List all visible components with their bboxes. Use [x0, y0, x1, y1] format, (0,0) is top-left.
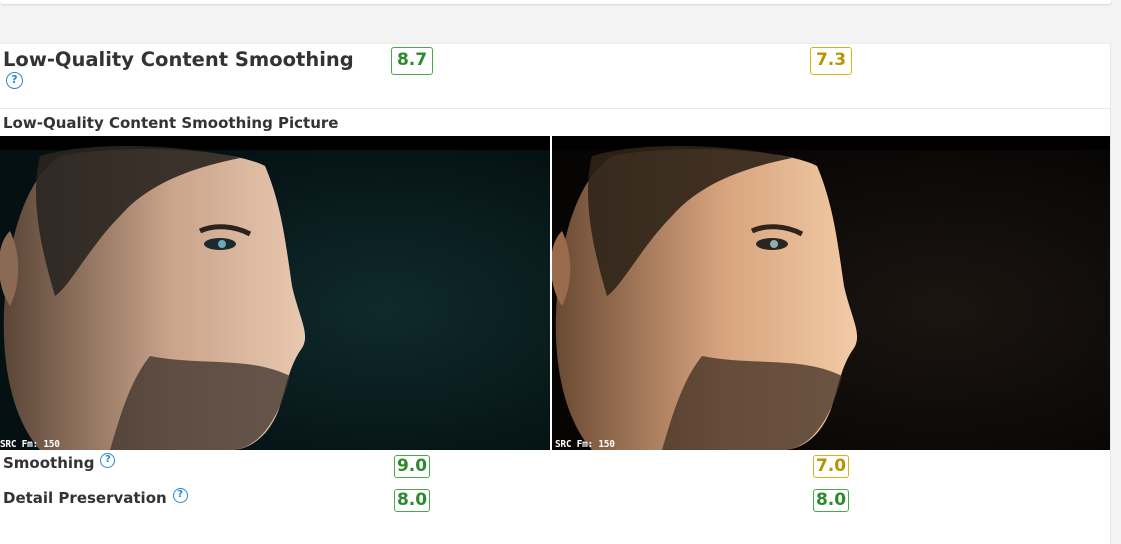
score-badge-smoothing-right: 7.0 [813, 455, 849, 478]
score-badge-left: 8.7 [391, 47, 433, 75]
score-badge-right: 7.3 [810, 47, 852, 75]
section-title: Low-Quality Content Smoothing? [3, 49, 363, 93]
picture-label: Low-Quality Content Smoothing Picture [3, 114, 339, 132]
score-badge-smoothing-left: 9.0 [394, 455, 430, 478]
image-caption-left: SRC Fm: 150 [0, 439, 60, 450]
divider [0, 108, 1110, 109]
score-badge-detail-right: 8.0 [813, 489, 849, 512]
low-quality-smoothing-card: Low-Quality Content Smoothing? 8.7 7.3 L… [0, 43, 1111, 544]
section-title-text: Low-Quality Content Smoothing [3, 48, 354, 71]
row-label-detail-preservation: Detail Preservation? [3, 488, 188, 507]
row-label-smoothing: Smoothing? [3, 453, 116, 472]
help-icon[interactable]: ? [100, 453, 116, 468]
score-badge-detail-left: 8.0 [394, 489, 430, 512]
previous-section-card [0, 0, 1111, 4]
row-label-text: Detail Preservation [3, 489, 167, 507]
comparison-image-left: SRC Fm: 150 [0, 136, 550, 450]
help-icon[interactable]: ? [172, 488, 188, 503]
help-icon[interactable]: ? [6, 72, 23, 89]
comparison-image-right: SRC Fm: 150 [552, 136, 1110, 450]
face-photo-cool [0, 136, 550, 450]
row-label-text: Smoothing [3, 454, 95, 472]
face-photo-warm [552, 136, 1110, 450]
image-caption-right: SRC Fm: 150 [555, 439, 615, 450]
